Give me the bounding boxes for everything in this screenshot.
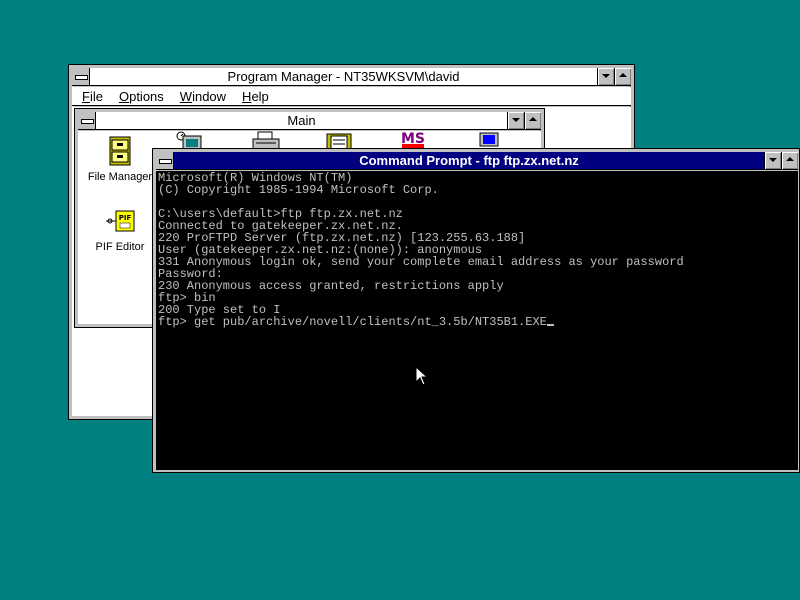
file-manager-icon-item[interactable]: File Manager — [80, 135, 160, 183]
file-cabinet-icon — [109, 136, 131, 166]
pif-tag-icon: PIF — [106, 210, 135, 232]
maximize-button[interactable] — [614, 68, 631, 85]
main-group-titlebar[interactable]: Main — [78, 112, 541, 130]
text-cursor — [546, 324, 554, 326]
menu-options[interactable]: Options — [109, 89, 170, 104]
minimize-button[interactable] — [597, 68, 614, 85]
console-line: 331 Anonymous login ok, send your comple… — [158, 255, 684, 269]
program-manager-title: Program Manager - NT35WKSVM\david — [227, 69, 460, 84]
file-manager-label: File Manager — [87, 171, 153, 183]
console-line: 230 Anonymous access granted, restrictio… — [158, 279, 504, 293]
svg-text:PIF: PIF — [119, 214, 132, 222]
main-group-title: Main — [287, 113, 316, 128]
system-menu-button[interactable] — [156, 152, 174, 169]
command-prompt-titlebar[interactable]: Command Prompt - ftp ftp.zx.net.nz — [156, 152, 798, 170]
menu-help[interactable]: Help — [232, 89, 275, 104]
console-output[interactable]: Microsoft(R) Windows NT(TM) (C) Copyright… — [156, 171, 798, 470]
minimize-button[interactable] — [764, 152, 781, 169]
menu-file[interactable]: File — [72, 89, 109, 104]
group-system-menu-button[interactable] — [78, 112, 96, 129]
command-prompt-title: Command Prompt - ftp ftp.zx.net.nz — [359, 153, 579, 168]
menu-window[interactable]: Window — [170, 89, 232, 104]
group-minimize-button[interactable] — [507, 112, 524, 129]
console-line: ftp> get pub/archive/novell/clients/nt_3… — [158, 316, 796, 328]
program-manager-menubar: File Options Window Help — [72, 87, 631, 106]
pif-editor-icon-item[interactable]: PIF PIF Editor — [80, 209, 160, 253]
system-menu-button[interactable] — [72, 68, 90, 85]
group-maximize-button[interactable] — [524, 112, 541, 129]
mouse-pointer-icon — [415, 366, 429, 386]
console-line: (C) Copyright 1985-1994 Microsoft Corp. — [158, 183, 439, 197]
program-manager-titlebar[interactable]: Program Manager - NT35WKSVM\david — [72, 68, 631, 86]
maximize-button[interactable] — [781, 152, 798, 169]
pif-editor-label: PIF Editor — [95, 241, 145, 253]
command-prompt-window[interactable]: Command Prompt - ftp ftp.zx.net.nz Micro… — [152, 148, 800, 473]
